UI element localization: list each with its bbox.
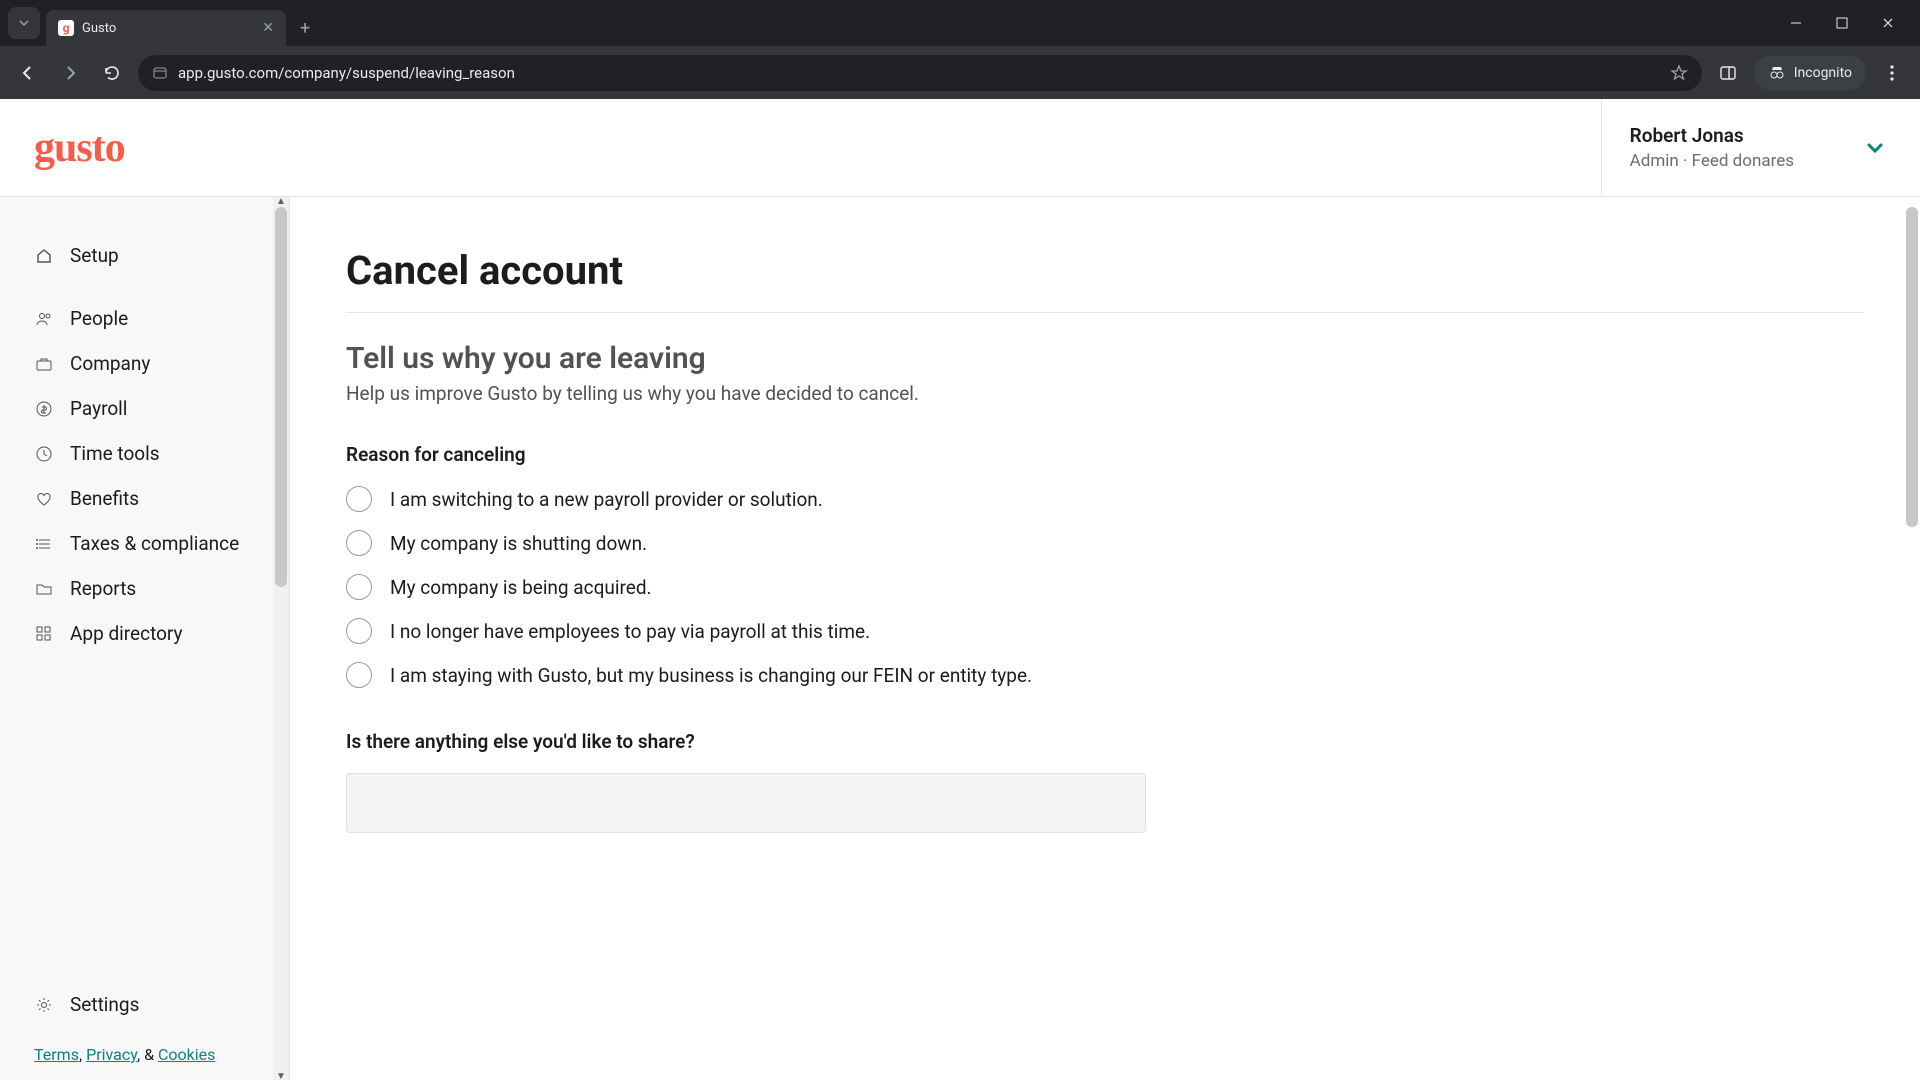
site-info-icon[interactable]	[152, 65, 168, 81]
chevron-down-icon	[1864, 137, 1886, 159]
sidebar-item-reports[interactable]: Reports	[34, 566, 289, 611]
radio-input[interactable]	[346, 618, 372, 644]
reload-button[interactable]	[96, 57, 128, 89]
favicon-icon: g	[58, 20, 74, 36]
cookies-link[interactable]: Cookies	[158, 1045, 215, 1064]
section-heading: Tell us why you are leaving	[346, 341, 1864, 376]
user-name: Robert Jonas	[1630, 124, 1794, 147]
sidebar-item-label: Benefits	[70, 487, 139, 510]
radio-input[interactable]	[346, 574, 372, 600]
sidebar-item-label: Settings	[70, 993, 139, 1016]
sidebar-item-label: Time tools	[70, 442, 160, 465]
grid-icon	[34, 624, 54, 644]
tab-strip: g Gusto ✕ +	[0, 0, 1920, 46]
maximize-button[interactable]	[1828, 9, 1856, 37]
user-role: Admin · Feed donares	[1630, 151, 1794, 171]
list-icon	[34, 534, 54, 554]
radio-label: My company is being acquired.	[390, 576, 652, 599]
radio-label: I am switching to a new payroll provider…	[390, 488, 823, 511]
reason-option-2[interactable]: My company is being acquired.	[346, 574, 1864, 600]
sidebar-item-label: Payroll	[70, 397, 127, 420]
minimize-button[interactable]	[1782, 9, 1810, 37]
scroll-down-icon[interactable]: ▼	[275, 1070, 287, 1082]
clock-icon	[34, 444, 54, 464]
close-tab-button[interactable]: ✕	[262, 20, 274, 36]
share-textarea[interactable]	[346, 773, 1146, 833]
sidebar-item-time-tools[interactable]: Time tools	[34, 431, 289, 476]
sidebar-item-label: Reports	[70, 577, 136, 600]
terms-link[interactable]: Terms	[34, 1045, 79, 1064]
footer-links: Terms, Privacy, & Cookies	[34, 1027, 289, 1080]
tab-title: Gusto	[82, 21, 254, 36]
dollar-icon	[34, 399, 54, 419]
incognito-indicator[interactable]: Incognito	[1754, 56, 1866, 90]
chevron-down-icon	[18, 17, 30, 29]
sidebar-item-people[interactable]: People	[34, 296, 289, 341]
incognito-label: Incognito	[1794, 65, 1852, 81]
reason-option-3[interactable]: I no longer have employees to pay via pa…	[346, 618, 1864, 644]
sidebar-item-taxes[interactable]: Taxes & compliance	[34, 521, 289, 566]
heart-icon	[34, 489, 54, 509]
tab-search-dropdown[interactable]	[8, 7, 40, 39]
browser-menu-button[interactable]	[1876, 65, 1908, 81]
sidebar-item-label: Taxes & compliance	[70, 532, 239, 555]
privacy-link[interactable]: Privacy	[86, 1045, 137, 1064]
reason-option-4[interactable]: I am staying with Gusto, but my business…	[346, 662, 1864, 688]
gusto-logo[interactable]: gusto	[34, 124, 125, 172]
sidebar-item-label: Setup	[70, 244, 119, 267]
radio-input[interactable]	[346, 662, 372, 688]
people-icon	[34, 309, 54, 329]
briefcase-icon	[34, 354, 54, 374]
scrollbar-thumb[interactable]	[275, 207, 287, 587]
gear-icon	[34, 995, 54, 1015]
folder-icon	[34, 579, 54, 599]
reason-option-0[interactable]: I am switching to a new payroll provider…	[346, 486, 1864, 512]
url-text: app.gusto.com/company/suspend/leaving_re…	[178, 64, 1660, 82]
section-subtext: Help us improve Gusto by telling us why …	[346, 382, 1864, 405]
sidebar-scrollbar[interactable]: ▲ ▼	[273, 197, 289, 1080]
radio-label: I am staying with Gusto, but my business…	[390, 664, 1032, 687]
back-button[interactable]	[12, 57, 44, 89]
sidebar-item-company[interactable]: Company	[34, 341, 289, 386]
sidebar-item-setup[interactable]: Setup	[34, 233, 289, 278]
main-content: Cancel account Tell us why you are leavi…	[290, 197, 1920, 1080]
incognito-icon	[1768, 64, 1786, 82]
sidebar-item-label: App directory	[70, 622, 183, 645]
page-title: Cancel account	[346, 247, 1864, 313]
close-window-button[interactable]	[1874, 9, 1902, 37]
sidebar-item-settings[interactable]: Settings	[34, 982, 289, 1027]
browser-tab[interactable]: g Gusto ✕	[46, 10, 286, 46]
user-menu[interactable]: Robert Jonas Admin · Feed donares	[1601, 99, 1886, 196]
bookmark-star-icon[interactable]	[1670, 64, 1688, 82]
address-row: app.gusto.com/company/suspend/leaving_re…	[0, 46, 1920, 99]
address-bar[interactable]: app.gusto.com/company/suspend/leaving_re…	[138, 55, 1702, 91]
reason-option-1[interactable]: My company is shutting down.	[346, 530, 1864, 556]
home-icon	[34, 246, 54, 266]
radio-input[interactable]	[346, 530, 372, 556]
new-tab-button[interactable]: +	[300, 18, 310, 39]
app-header: gusto Robert Jonas Admin · Feed donares	[0, 99, 1920, 197]
share-label: Is there anything else you'd like to sha…	[346, 730, 1864, 753]
sidebar-item-app-directory[interactable]: App directory	[34, 611, 289, 656]
scrollbar-thumb[interactable]	[1906, 207, 1918, 527]
scroll-up-icon[interactable]: ▲	[275, 195, 287, 207]
side-panel-button[interactable]	[1712, 57, 1744, 89]
radio-input[interactable]	[346, 486, 372, 512]
app-body: Setup People Company Payroll Time tools …	[0, 197, 1920, 1080]
window-controls	[1782, 9, 1920, 37]
browser-chrome: g Gusto ✕ + app.gusto.com/company/suspen…	[0, 0, 1920, 99]
reason-group-label: Reason for canceling	[346, 443, 1864, 466]
sidebar: Setup People Company Payroll Time tools …	[0, 197, 290, 1080]
forward-button[interactable]	[54, 57, 86, 89]
sidebar-item-label: Company	[70, 352, 150, 375]
sidebar-item-benefits[interactable]: Benefits	[34, 476, 289, 521]
sidebar-item-payroll[interactable]: Payroll	[34, 386, 289, 431]
main-scrollbar[interactable]	[1904, 197, 1920, 1080]
radio-label: I no longer have employees to pay via pa…	[390, 620, 870, 643]
sidebar-item-label: People	[70, 307, 128, 330]
radio-label: My company is shutting down.	[390, 532, 647, 555]
